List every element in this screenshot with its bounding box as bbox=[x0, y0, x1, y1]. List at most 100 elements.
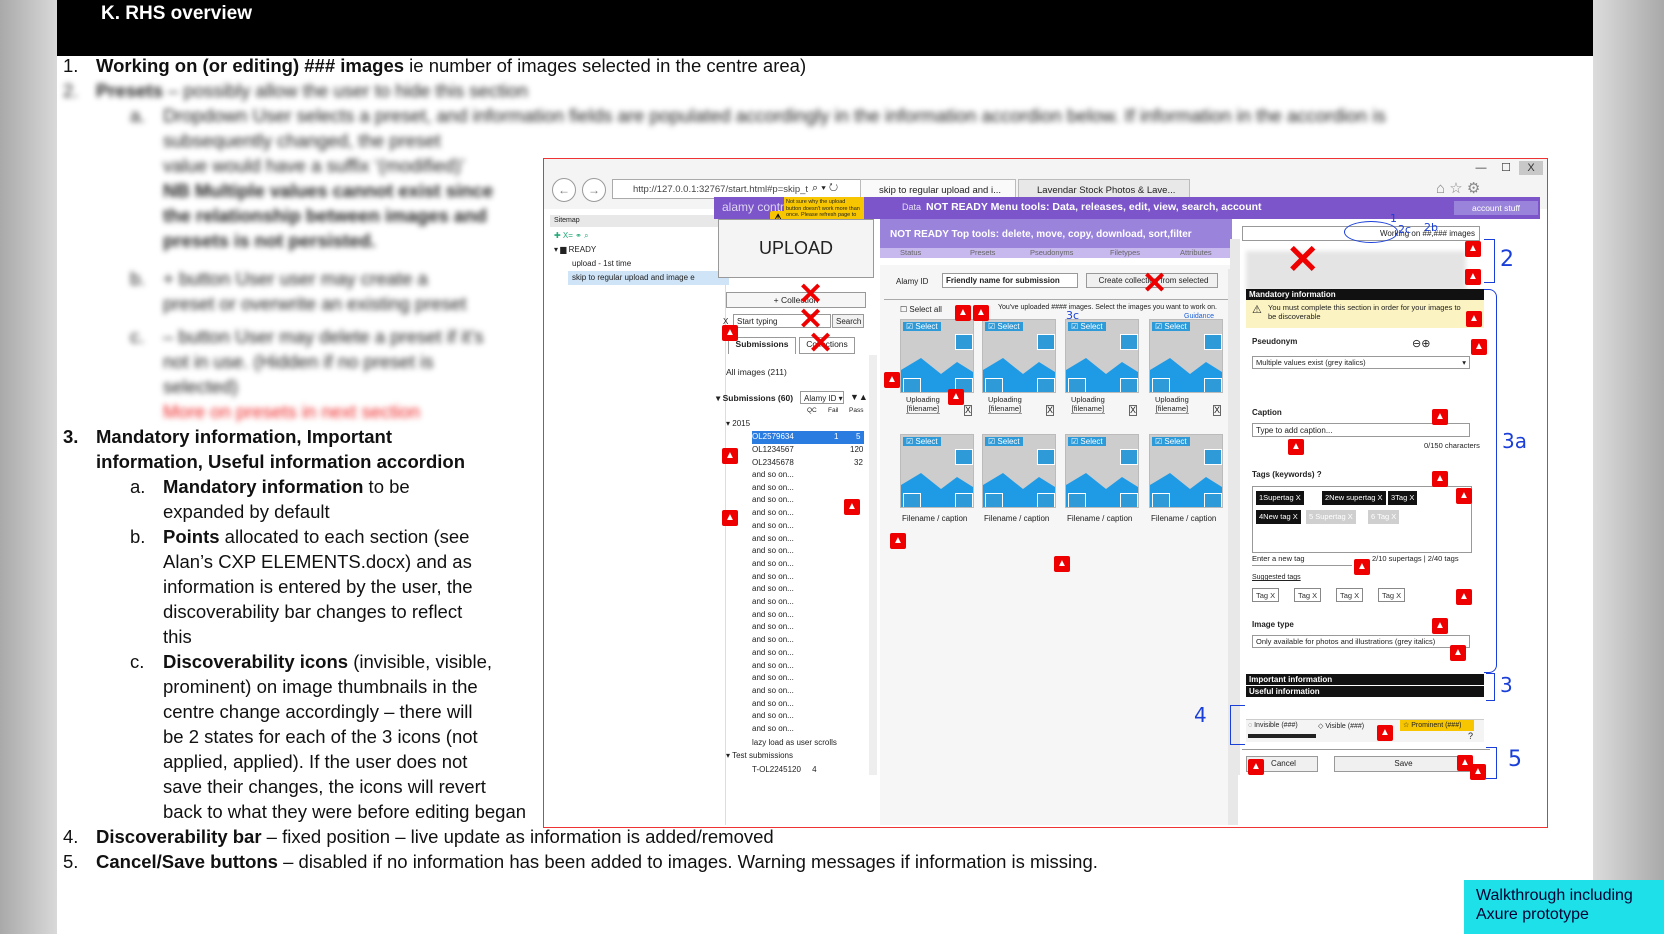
account-menu[interactable]: account stuff bbox=[1454, 201, 1538, 215]
useful-header[interactable]: Useful information bbox=[1246, 686, 1484, 697]
image-type-select[interactable]: Only available for photos and illustrati… bbox=[1252, 635, 1470, 648]
search-button[interactable]: Search bbox=[832, 314, 864, 328]
image-thumbnail[interactable]: ☑ Select bbox=[1149, 434, 1223, 508]
back-icon[interactable]: ← bbox=[552, 178, 576, 202]
tab-submissions[interactable]: Submissions bbox=[728, 337, 796, 354]
invisible-icon bbox=[903, 378, 921, 392]
test-submissions-node[interactable]: ▾ Test submissions bbox=[726, 751, 793, 760]
list-item[interactable]: and so on... bbox=[752, 482, 794, 495]
select-checkbox[interactable]: ☑ Select bbox=[1068, 322, 1106, 331]
sort-select[interactable]: Alamy ID ▾ bbox=[800, 391, 844, 404]
suggested-tag[interactable]: Tag X bbox=[1336, 588, 1364, 602]
list-item[interactable]: and so on... bbox=[752, 660, 794, 673]
list-item[interactable]: and so on... bbox=[752, 469, 794, 482]
cancel-upload-icon[interactable]: X bbox=[1129, 405, 1138, 416]
tab-presets[interactable]: Presets bbox=[970, 248, 995, 258]
select-checkbox[interactable]: ☑ Select bbox=[1068, 437, 1106, 446]
suggested-tag[interactable]: Tag X bbox=[1378, 588, 1406, 602]
sitemap-page-2[interactable]: skip to regular upload and image e bbox=[568, 271, 729, 285]
pseudonym-select[interactable]: Multiple values exist (grey italics) ▾ bbox=[1252, 356, 1470, 369]
save-button[interactable]: Save bbox=[1334, 756, 1470, 772]
image-thumbnail[interactable]: ☑ Select bbox=[900, 319, 974, 393]
maximize-button[interactable]: ☐ bbox=[1494, 161, 1518, 175]
list-item[interactable]: and so on... bbox=[752, 533, 794, 546]
select-checkbox[interactable]: ☑ Select bbox=[985, 437, 1023, 446]
tag-chip[interactable]: 2New supertag X bbox=[1322, 491, 1386, 505]
help-icon[interactable]: ? bbox=[1468, 731, 1473, 741]
tag-chip[interactable]: 1Supertag X bbox=[1256, 491, 1304, 505]
tag-chip[interactable]: 5 Supertag X bbox=[1306, 510, 1356, 524]
left-scrollbar[interactable] bbox=[869, 355, 877, 775]
list-item[interactable]: and so on... bbox=[752, 571, 794, 584]
upload-button[interactable]: UPLOAD bbox=[718, 219, 874, 278]
table-row[interactable]: OL2345678 32 bbox=[752, 457, 864, 470]
image-thumbnail[interactable]: ☑ Select bbox=[1149, 319, 1223, 393]
list-item[interactable]: and so on... bbox=[752, 685, 794, 698]
suggested-tag[interactable]: Tag X bbox=[1252, 588, 1280, 602]
tab-status[interactable]: Status bbox=[900, 248, 921, 258]
cancel-upload-icon[interactable]: X bbox=[1213, 405, 1222, 416]
select-checkbox[interactable]: ☑ Select bbox=[903, 437, 941, 446]
list-item[interactable]: and so on... bbox=[752, 621, 794, 634]
all-images-link[interactable]: All images (211) bbox=[726, 367, 787, 377]
tab-filetypes[interactable]: Filetypes bbox=[1110, 248, 1140, 258]
image-thumbnail[interactable]: ☑ Select bbox=[982, 434, 1056, 508]
search-icon[interactable]: ⌕ ▾ ↻ bbox=[812, 182, 838, 195]
help-icon[interactable]: ? bbox=[1317, 470, 1322, 479]
sort-order-icon[interactable]: ▼▲ bbox=[850, 392, 868, 402]
new-tag-input[interactable]: Enter a new tag bbox=[1252, 554, 1352, 566]
close-button[interactable]: X bbox=[1519, 161, 1543, 175]
friendly-name-input[interactable]: Friendly name for submission bbox=[942, 273, 1078, 288]
list-item[interactable]: and so on... bbox=[752, 545, 794, 558]
tag-chip[interactable]: 6 Tag X bbox=[1368, 510, 1400, 524]
list-item[interactable]: and so on... bbox=[752, 723, 794, 736]
add-collection-button[interactable]: + Collection bbox=[726, 292, 866, 308]
list-item[interactable]: and so on... bbox=[752, 558, 794, 571]
year-node[interactable]: ▾ 2015 bbox=[726, 419, 750, 428]
sitemap-page-1[interactable]: upload - 1st time bbox=[572, 257, 631, 271]
row-count: 4 bbox=[812, 765, 817, 774]
select-checkbox[interactable]: ☑ Select bbox=[1152, 437, 1190, 446]
menu-data[interactable]: Data bbox=[902, 202, 921, 212]
select-checkbox[interactable]: ☑ Select bbox=[1152, 322, 1190, 331]
table-row[interactable]: OL1234567 120 bbox=[752, 444, 864, 457]
tag-chip[interactable]: 4New tag X bbox=[1256, 510, 1301, 524]
sitemap-tools-icon[interactable]: ✚ X= ⚭ ⌕ bbox=[554, 229, 589, 243]
add-remove-icon[interactable]: ⊖⊕ bbox=[1412, 337, 1430, 350]
list-item[interactable]: and so on... bbox=[752, 520, 794, 533]
image-thumbnail[interactable]: ☑ Select bbox=[1065, 434, 1139, 508]
cancel-upload-icon[interactable]: X bbox=[1046, 405, 1055, 416]
suggested-tag[interactable]: Tag X bbox=[1294, 588, 1322, 602]
forward-icon[interactable]: → bbox=[582, 178, 606, 202]
list-item[interactable]: and so on... bbox=[752, 583, 794, 596]
cancel-upload-icon[interactable]: X bbox=[964, 405, 973, 416]
minimize-button[interactable]: — bbox=[1469, 161, 1493, 175]
list-item[interactable]: and so on... bbox=[752, 507, 794, 520]
image-thumbnail[interactable]: ☑ Select bbox=[982, 319, 1056, 393]
home-star-gear-icons[interactable]: ⌂ ☆ ⚙ bbox=[1436, 179, 1480, 197]
list-item[interactable]: and so on... bbox=[752, 634, 794, 647]
select-checkbox[interactable]: ☑ Select bbox=[903, 322, 941, 331]
sitemap-folder[interactable]: ▾ ▆ READY bbox=[554, 243, 596, 257]
image-thumbnail[interactable]: ☑ Select bbox=[900, 434, 974, 508]
select-all-checkbox[interactable]: ☐ Select all bbox=[900, 305, 942, 314]
important-header[interactable]: Important information bbox=[1246, 674, 1484, 685]
caption-input[interactable]: Type to add caption... bbox=[1252, 423, 1470, 437]
right-scrollbar[interactable] bbox=[1230, 239, 1240, 775]
list-item[interactable]: and so on... bbox=[752, 494, 794, 507]
list-item[interactable]: and so on... bbox=[752, 647, 794, 660]
list-item[interactable]: and so on... bbox=[752, 710, 794, 723]
tab-pseudonyms[interactable]: Pseudonyms bbox=[1030, 248, 1073, 258]
list-item[interactable]: and so on... bbox=[752, 609, 794, 622]
table-row[interactable]: OL2579634 1 5 bbox=[752, 431, 864, 444]
select-checkbox[interactable]: ☑ Select bbox=[985, 322, 1023, 331]
submissions-header[interactable]: ▾ Submissions (60) bbox=[716, 393, 793, 404]
tag-chip[interactable]: 3Tag X bbox=[1388, 491, 1418, 505]
list-item[interactable]: and so on... bbox=[752, 672, 794, 685]
table-row[interactable]: T-OL2245120 4 bbox=[752, 764, 817, 777]
list-item[interactable]: and so on... bbox=[752, 698, 794, 711]
list-item[interactable]: and so on... bbox=[752, 596, 794, 609]
tab-attributes[interactable]: Attributes bbox=[1180, 248, 1212, 258]
image-thumbnail[interactable]: ☑ Select bbox=[1065, 319, 1139, 393]
mandatory-header[interactable]: Mandatory information bbox=[1246, 289, 1484, 300]
